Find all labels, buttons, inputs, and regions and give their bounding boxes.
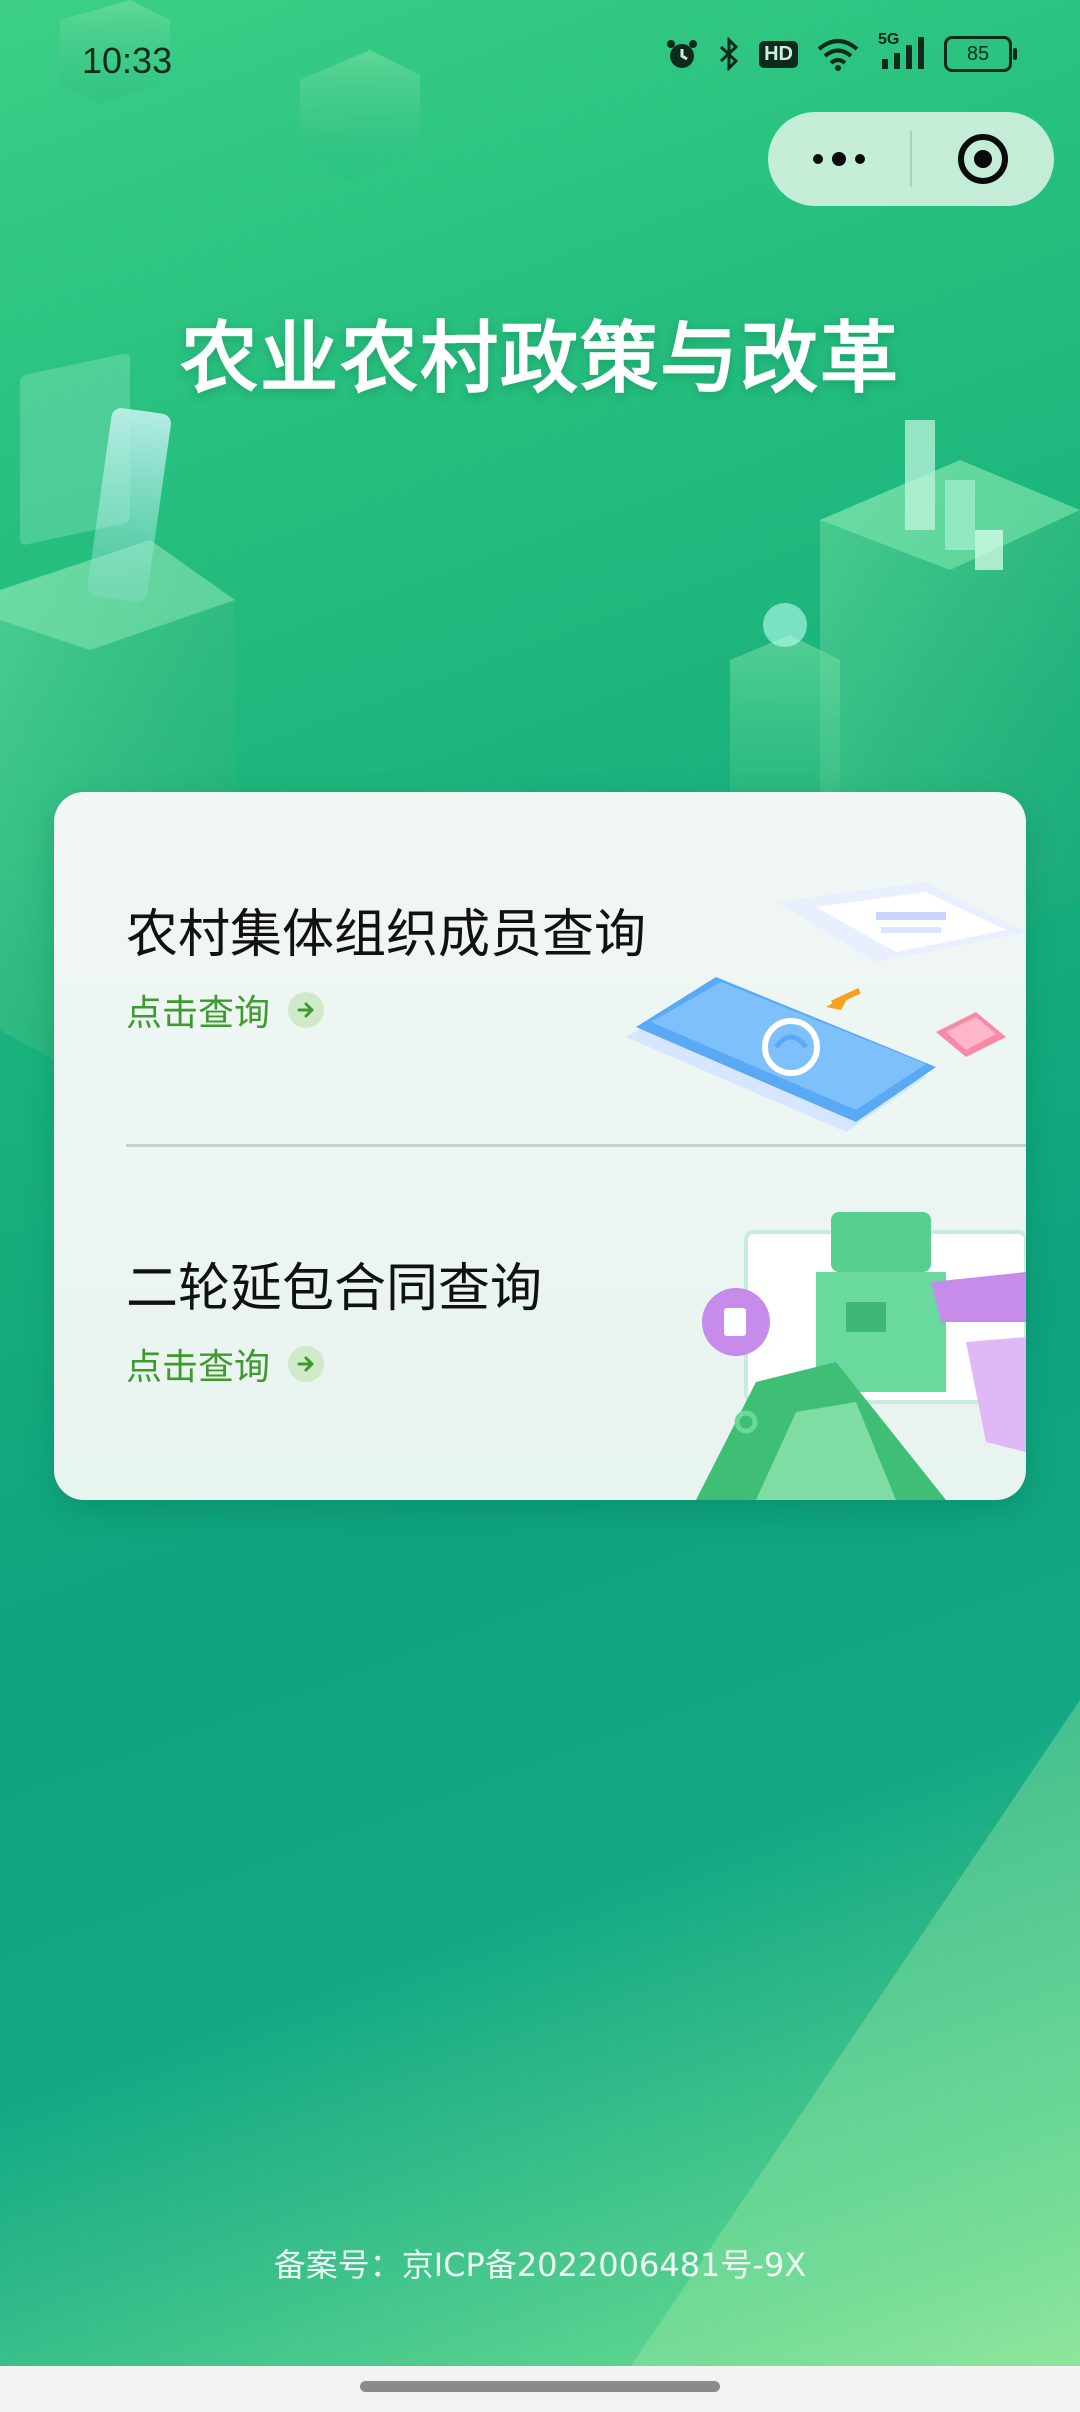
- phone-documents-illustration: [626, 882, 1026, 1132]
- network-label: 5G: [878, 31, 900, 48]
- icp-footer: 备案号：京ICP备2022006481号-9X: [273, 2246, 807, 2284]
- signal-icon: 5G: [878, 31, 926, 71]
- query-link[interactable]: 点击查询: [126, 1338, 325, 1390]
- item-title: 农村集体组织成员查询: [126, 905, 647, 965]
- collective-member-query-item[interactable]: 农村集体组织成员查询 点击查询: [54, 792, 1026, 1146]
- wifi-icon: [816, 37, 860, 71]
- close-miniprogram-button[interactable]: [912, 112, 1054, 206]
- miniprogram-capsule: [768, 112, 1054, 206]
- home-indicator[interactable]: [360, 2381, 720, 2392]
- second-round-contract-query-item[interactable]: 二轮延包合同查询 点击查询: [54, 1146, 1026, 1500]
- status-time: 10:33: [82, 40, 173, 81]
- more-button[interactable]: [768, 112, 910, 206]
- contract-documents-illustration: [696, 1212, 1026, 1500]
- query-card: 农村集体组织成员查询 点击查询 二轮延包合同查询 点击查询: [54, 792, 1026, 1500]
- arrow-right-icon: [288, 992, 325, 1028]
- alarm-icon: [665, 37, 699, 71]
- status-bar: 10:33 HD 5G 85: [0, 0, 1080, 120]
- bluetooth-icon: [717, 37, 741, 71]
- query-link[interactable]: 点击查询: [126, 984, 325, 1036]
- page-title: 农业农村政策与改革: [179, 314, 900, 404]
- system-navigation-area: [0, 2366, 1080, 2412]
- query-link-label: 点击查询: [126, 993, 271, 1034]
- query-link-label: 点击查询: [126, 1347, 271, 1388]
- item-title: 二轮延包合同查询: [126, 1259, 543, 1319]
- more-icon: [813, 152, 865, 166]
- close-miniprogram-icon: [958, 134, 1008, 184]
- hd-icon: HD: [759, 40, 798, 68]
- status-icons: HD 5G 85: [665, 31, 1017, 72]
- arrow-right-icon: [288, 1346, 325, 1382]
- battery-level: 85: [966, 42, 990, 65]
- battery-icon: 85: [944, 36, 1017, 72]
